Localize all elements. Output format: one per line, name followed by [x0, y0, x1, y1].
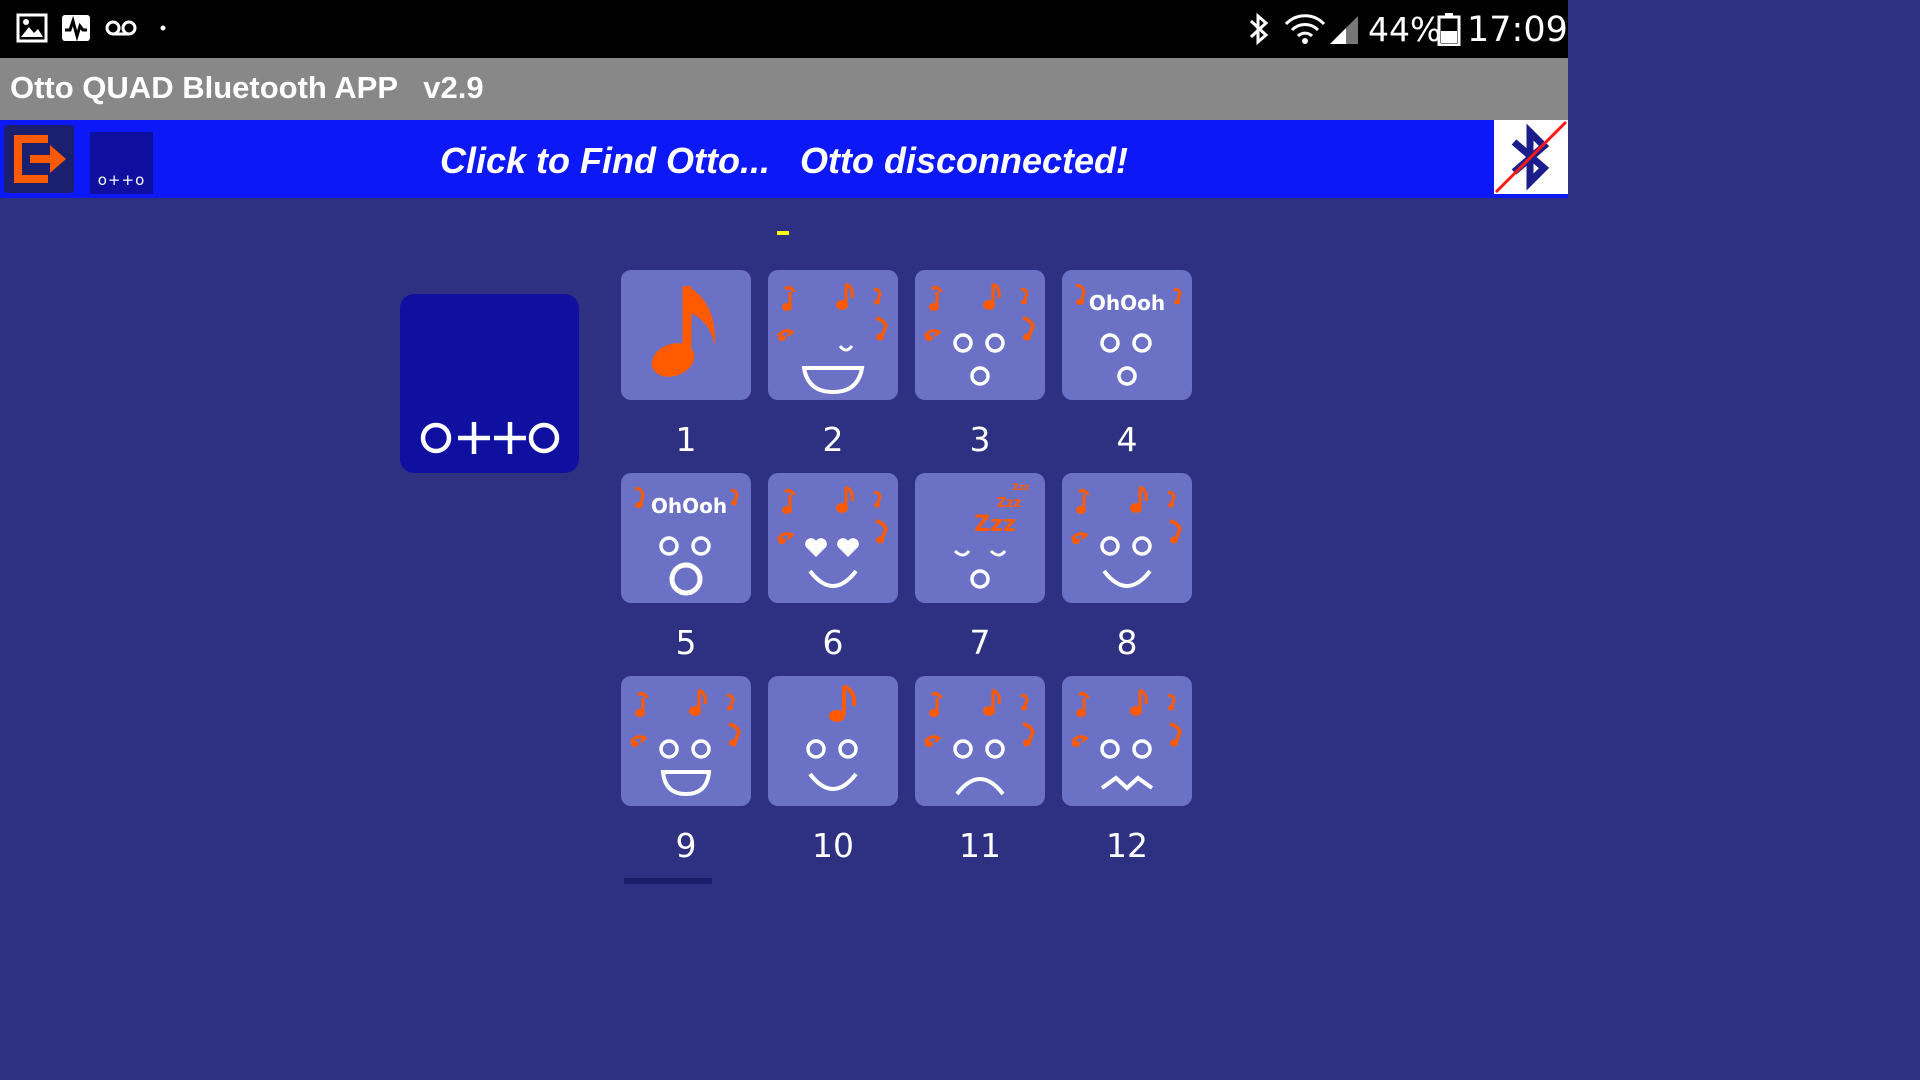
face-laugh-music-icon: [776, 282, 888, 395]
tile-label-1: 1: [675, 420, 697, 459]
battery-percent: 44%: [1368, 10, 1442, 49]
face-surprised-music-icon: [923, 282, 1035, 386]
gesture-tile-9[interactable]: [621, 676, 751, 806]
face-big-smile-music-icon: [629, 688, 741, 797]
bluetooth-icon: [1249, 12, 1269, 46]
music-note-icon: [651, 286, 716, 377]
gesture-tile-10[interactable]: [768, 676, 898, 806]
gesture-tile-4[interactable]: OhOoh: [1062, 270, 1192, 400]
ohooh-text-4: OhOoh: [1089, 291, 1165, 315]
face-ohooh-icon: OhOoh: [1075, 284, 1182, 386]
next-row-tile-edge[interactable]: [624, 878, 712, 884]
gesture-tile-8[interactable]: [1062, 473, 1192, 603]
gesture-tile-11[interactable]: [915, 676, 1045, 806]
otto-logo-big[interactable]: [400, 294, 579, 473]
indicator-dash: [777, 231, 789, 235]
tile-label-6: 6: [822, 623, 844, 662]
find-otto-link[interactable]: Click to Find Otto...: [440, 140, 770, 181]
zzz-text-small: Zzz: [997, 496, 1022, 511]
tile-label-8: 8: [1116, 623, 1138, 662]
tile-label-10: 10: [812, 826, 854, 865]
clock: 17:09: [1467, 10, 1568, 50]
face-sleeping-icon: Zzz Zzz Zzz: [953, 483, 1030, 589]
activity-icon: [62, 15, 90, 42]
bluetooth-disabled-icon: [1494, 120, 1568, 194]
face-happy-music-icon: [1070, 485, 1182, 588]
connection-status-message[interactable]: Click to Find Otto... Otto disconnected!: [0, 140, 1568, 182]
gesture-tile-1[interactable]: [621, 270, 751, 400]
battery-icon: [1437, 13, 1461, 46]
title-bar: Otto QUAD Bluetooth APP v2.9: [0, 58, 1568, 120]
gesture-tile-5[interactable]: OhOoh: [621, 473, 751, 603]
voicemail-icon: [105, 20, 137, 36]
face-confused-music-icon: [1070, 688, 1182, 791]
tile-label-11: 11: [959, 826, 1001, 865]
otto-logo-mark: [420, 422, 560, 454]
tile-label-9: 9: [675, 826, 697, 865]
dot-icon: [160, 25, 166, 31]
zzz-text-tiny: Zzz: [1012, 483, 1029, 493]
zzz-text: Zzz: [974, 512, 1016, 537]
gesture-tile-6[interactable]: [768, 473, 898, 603]
face-smile-note-icon: [806, 684, 858, 791]
status-bar: 44% 17:09: [0, 0, 1568, 58]
tile-label-5: 5: [675, 623, 697, 662]
wifi-icon: [1284, 14, 1326, 44]
gesture-tile-7[interactable]: Zzz Zzz Zzz: [915, 473, 1045, 603]
ohooh-text-5: OhOoh: [651, 494, 727, 518]
gesture-tile-2[interactable]: [768, 270, 898, 400]
connection-status-text: Otto disconnected!: [799, 140, 1128, 181]
gallery-icon: [16, 13, 48, 43]
signal-icon: [1330, 16, 1358, 44]
face-sad-music-icon: [923, 688, 1035, 796]
tile-label-12: 12: [1106, 826, 1148, 865]
app-title: Otto QUAD Bluetooth APP v2.9: [10, 70, 484, 105]
tile-label-2: 2: [822, 420, 844, 459]
face-love-music-icon: [776, 485, 888, 588]
tile-label-4: 4: [1116, 420, 1138, 459]
gesture-tile-12[interactable]: [1062, 676, 1192, 806]
face-ohooh-open-mouth-icon: OhOoh: [634, 487, 739, 596]
tile-label-7: 7: [969, 623, 991, 662]
tile-label-3: 3: [969, 420, 991, 459]
gesture-tile-3[interactable]: [915, 270, 1045, 400]
bluetooth-toggle-button[interactable]: [1494, 120, 1568, 194]
